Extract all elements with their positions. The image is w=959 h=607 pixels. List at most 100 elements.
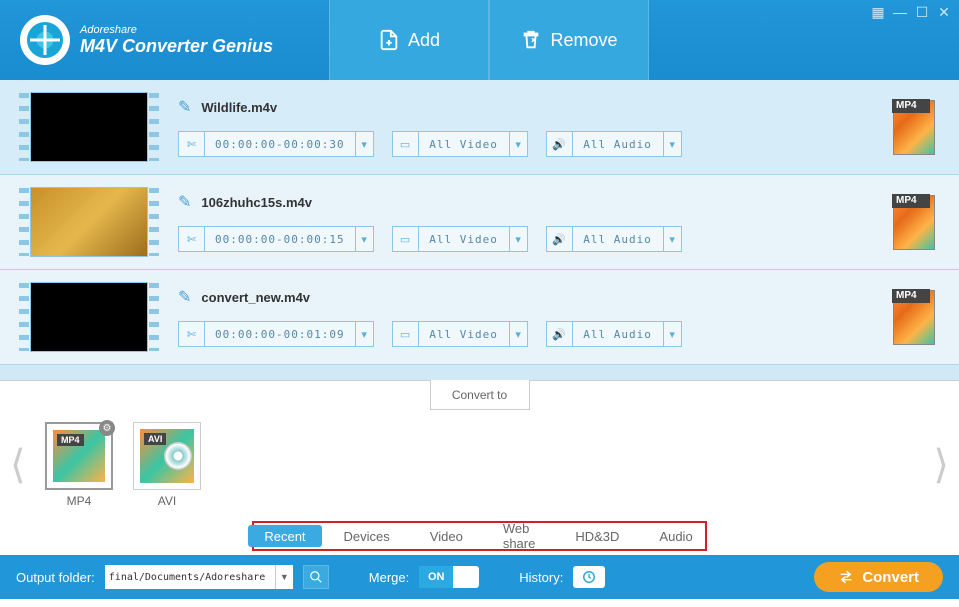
output-format-badge[interactable]: MP4 — [893, 290, 935, 345]
edit-icon[interactable]: ✎ — [178, 97, 191, 117]
minimize-icon[interactable]: — — [893, 5, 907, 19]
convert-to-section: Convert to ⟨ MP4 ⚙ MP4 AVI AVI ⟩ RecentD… — [0, 380, 959, 551]
file-item[interactable]: ✎ convert_new.m4v ✄ 00:00:00-00:01:09 ▾ … — [0, 270, 959, 365]
maximize-icon[interactable]: ☐ — [915, 5, 929, 19]
merge-label: Merge: — [369, 570, 409, 585]
chevron-down-icon[interactable]: ▾ — [509, 132, 527, 156]
format-prev-icon[interactable]: ⟨ — [10, 442, 26, 488]
category-tab-recent[interactable]: Recent — [248, 525, 321, 547]
category-tab-hd-3d[interactable]: HD&3D — [555, 523, 639, 549]
footer: Output folder: ▼ Merge: ON History: Conv… — [0, 555, 959, 599]
trim-control[interactable]: ✄ 00:00:00-00:00:30 ▾ — [178, 131, 374, 157]
remove-label: Remove — [550, 30, 617, 51]
speaker-icon: 🔊 — [547, 227, 573, 251]
audio-track-control[interactable]: 🔊 All Audio ▾ — [546, 226, 682, 252]
format-option-mp4[interactable]: MP4 ⚙ MP4 — [45, 422, 113, 508]
scissors-icon: ✄ — [179, 227, 205, 251]
chevron-down-icon[interactable]: ▾ — [663, 227, 681, 251]
header: Adoreshare M4V Converter Genius Add Remo… — [0, 0, 959, 80]
chevron-down-icon[interactable]: ▾ — [355, 227, 373, 251]
convert-icon — [838, 569, 854, 585]
history-button[interactable] — [573, 566, 605, 588]
chevron-down-icon[interactable]: ▾ — [663, 132, 681, 156]
window-controls: ▦ — ☐ ✕ — [871, 5, 951, 19]
file-name: convert_new.m4v — [201, 290, 310, 305]
chevron-down-icon[interactable]: ▾ — [663, 322, 681, 346]
file-info: ✎ 106zhuhc15s.m4v ✄ 00:00:00-00:00:15 ▾ … — [178, 192, 875, 252]
convert-label: Convert — [862, 569, 919, 586]
edit-icon[interactable]: ✎ — [178, 192, 191, 212]
video-track-control[interactable]: ▭ All Video ▾ — [392, 321, 528, 347]
category-tab-web-share[interactable]: Web share — [483, 523, 556, 549]
chevron-down-icon[interactable]: ▾ — [355, 132, 373, 156]
video-icon: ▭ — [393, 322, 419, 346]
trim-range: 00:00:00-00:00:30 — [205, 138, 355, 151]
output-folder-dropdown[interactable]: ▼ — [275, 565, 293, 589]
merge-toggle-state: ON — [419, 566, 453, 588]
close-icon[interactable]: ✕ — [937, 5, 951, 19]
gear-icon[interactable]: ⚙ — [99, 420, 115, 436]
video-track-value: All Video — [419, 233, 509, 246]
convert-to-tab[interactable]: Convert to — [430, 380, 530, 410]
browse-folder-button[interactable] — [303, 565, 329, 589]
format-row: ⟨ MP4 ⚙ MP4 AVI AVI ⟩ — [0, 411, 959, 519]
logo-area: Adoreshare M4V Converter Genius — [0, 15, 273, 65]
category-tab-video[interactable]: Video — [410, 523, 483, 549]
file-name: 106zhuhc15s.m4v — [201, 195, 312, 210]
app-logo-icon — [20, 15, 70, 65]
format-code: MP4 — [896, 290, 917, 301]
video-track-value: All Video — [419, 328, 509, 341]
format-thumb-code: AVI — [144, 433, 166, 445]
window-menu-icon[interactable]: ▦ — [871, 5, 885, 19]
format-option-avi[interactable]: AVI AVI — [133, 422, 201, 508]
trim-control[interactable]: ✄ 00:00:00-00:01:09 ▾ — [178, 321, 374, 347]
format-thumb: MP4 ⚙ — [45, 422, 113, 490]
title-area: Adoreshare M4V Converter Genius — [80, 24, 273, 57]
video-track-control[interactable]: ▭ All Video ▾ — [392, 226, 528, 252]
audio-track-control[interactable]: 🔊 All Audio ▾ — [546, 321, 682, 347]
clock-icon — [582, 570, 596, 584]
audio-track-value: All Audio — [573, 138, 663, 151]
add-label: Add — [408, 30, 440, 51]
format-thumb-code: MP4 — [57, 434, 84, 446]
output-format-badge[interactable]: MP4 — [893, 195, 935, 250]
output-format-badge[interactable]: MP4 — [893, 100, 935, 155]
format-next-icon[interactable]: ⟩ — [933, 442, 949, 488]
file-item[interactable]: ✎ 106zhuhc15s.m4v ✄ 00:00:00-00:00:15 ▾ … — [0, 175, 959, 270]
video-track-control[interactable]: ▭ All Video ▾ — [392, 131, 528, 157]
chevron-down-icon[interactable]: ▾ — [509, 227, 527, 251]
add-button[interactable]: Add — [329, 0, 489, 80]
file-thumbnail[interactable] — [30, 187, 148, 257]
format-thumb: AVI — [133, 422, 201, 490]
file-item[interactable]: ✎ Wildlife.m4v ✄ 00:00:00-00:00:30 ▾ ▭ A… — [0, 80, 959, 175]
remove-icon — [520, 29, 542, 51]
format-caption: AVI — [133, 494, 201, 508]
brand-name: Adoreshare — [80, 24, 273, 36]
trim-control[interactable]: ✄ 00:00:00-00:00:15 ▾ — [178, 226, 374, 252]
format-caption: MP4 — [45, 494, 113, 508]
format-code: MP4 — [896, 100, 917, 111]
category-tab-devices[interactable]: Devices — [324, 523, 410, 549]
output-folder-input[interactable] — [105, 565, 275, 589]
category-tabs: RecentDevicesVideoWeb shareHD&3DAudio — [252, 521, 707, 551]
history-label: History: — [519, 570, 563, 585]
scissors-icon: ✄ — [179, 132, 205, 156]
video-track-value: All Video — [419, 138, 509, 151]
chevron-down-icon[interactable]: ▾ — [509, 322, 527, 346]
remove-button[interactable]: Remove — [489, 0, 649, 80]
merge-toggle[interactable]: ON — [419, 566, 479, 588]
format-code: MP4 — [896, 195, 917, 206]
chevron-down-icon[interactable]: ▾ — [355, 322, 373, 346]
speaker-icon: 🔊 — [547, 322, 573, 346]
file-thumbnail[interactable] — [30, 282, 148, 352]
edit-icon[interactable]: ✎ — [178, 287, 191, 307]
category-tab-audio[interactable]: Audio — [639, 523, 712, 549]
file-thumbnail[interactable] — [30, 92, 148, 162]
file-name: Wildlife.m4v — [201, 100, 277, 115]
search-icon — [309, 570, 323, 584]
video-icon: ▭ — [393, 227, 419, 251]
audio-track-control[interactable]: 🔊 All Audio ▾ — [546, 131, 682, 157]
convert-button[interactable]: Convert — [814, 562, 943, 592]
file-info: ✎ Wildlife.m4v ✄ 00:00:00-00:00:30 ▾ ▭ A… — [178, 97, 875, 157]
audio-track-value: All Audio — [573, 233, 663, 246]
